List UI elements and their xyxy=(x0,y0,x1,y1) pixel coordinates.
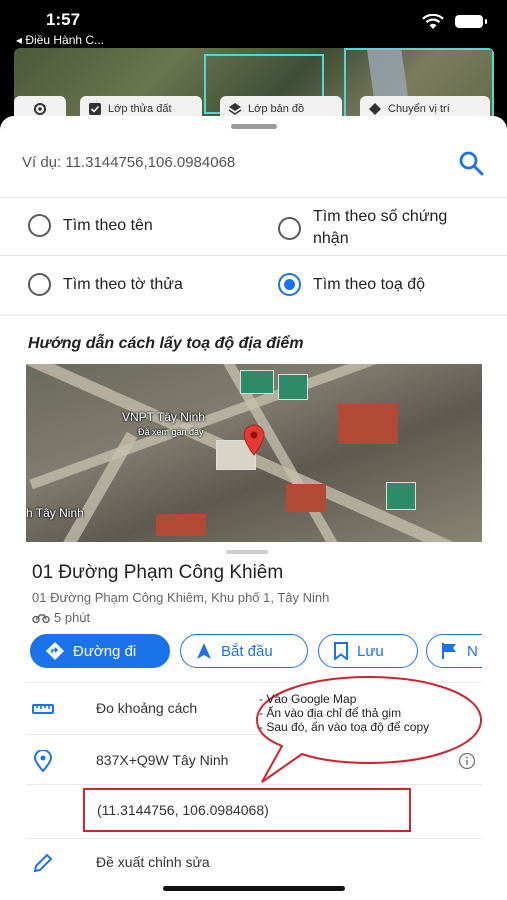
suggest-edit-row[interactable]: Đề xuất chỉnh sửa xyxy=(26,840,482,886)
search-icon[interactable] xyxy=(456,148,486,178)
chip-label: Lớp bản đồ xyxy=(248,103,305,115)
coordinate-search-input[interactable] xyxy=(22,150,422,174)
place-name: 01 Đường Phạm Công Khiêm xyxy=(32,562,284,583)
chip-label: Chuyển vị trí xyxy=(388,103,450,115)
travel-time-text: 5 phút xyxy=(54,610,91,625)
directions-icon xyxy=(46,642,64,660)
place-address: 01 Đường Phạm Công Khiêm, Khu phố 1, Tây… xyxy=(32,590,330,605)
checkbox-icon xyxy=(89,103,101,115)
guide-image: VNPT Tây Ninh Đã xem gần đây h Tây Ninh … xyxy=(26,364,482,896)
guide-title: Hướng dẫn cách lấy toạ độ địa điểm xyxy=(28,335,304,352)
button-label: Đường đi xyxy=(73,642,137,660)
map-label-tay-ninh: h Tây Ninh xyxy=(26,506,84,520)
measure-distance-label: Đo khoảng cách xyxy=(96,700,198,716)
location-pin-icon xyxy=(33,750,53,772)
navigation-arrow-icon xyxy=(197,643,211,659)
plus-code-text: 837X+Q9W Tây Ninh xyxy=(96,752,229,768)
radio-search-by-certificate[interactable]: Tìm theo số chứng nhận xyxy=(278,206,483,250)
directions-button[interactable]: Đường đi xyxy=(30,634,170,668)
place-actions: Đường đi Bắt đầu Lưu N xyxy=(30,634,482,670)
battery-icon xyxy=(455,15,487,28)
radio-label: Tìm theo toạ độ xyxy=(313,275,426,293)
button-label: Lưu xyxy=(357,642,384,660)
status-time: 1:57 xyxy=(46,10,81,29)
save-button[interactable]: Lưu xyxy=(318,634,418,668)
radio-label: Tìm theo tờ thửa xyxy=(63,275,183,293)
map-label-recently-viewed: Đã xem gần đây xyxy=(138,427,204,437)
coordinates-text[interactable]: (11.3144756, 106.0984068) xyxy=(97,802,269,818)
radio-label: Tìm theo tên xyxy=(63,216,153,234)
radio-button-selected[interactable] xyxy=(278,273,301,296)
button-label: N xyxy=(467,642,478,660)
map-label-vnpt: VNPT Tây Ninh xyxy=(122,410,205,424)
back-to-app-link[interactable]: ◂ Điều Hành C... xyxy=(16,33,104,47)
flag-icon xyxy=(442,643,456,659)
coordinates-highlight-box[interactable]: (11.3144756, 106.0984068) xyxy=(83,788,411,832)
radio-search-by-coordinates[interactable]: Tìm theo toạ độ xyxy=(278,273,425,296)
radio-button[interactable] xyxy=(28,273,51,296)
location-icon xyxy=(369,103,381,115)
motorbike-icon xyxy=(32,613,50,623)
screen: 1:57 ◂ Điều Hành C... Lớp thửa đất Lớp b… xyxy=(0,0,507,900)
status-bar: 1:57 ◂ Điều Hành C... xyxy=(0,0,507,50)
wifi-icon xyxy=(422,14,444,29)
ruler-icon xyxy=(32,704,54,714)
callout-line: - Sau đó, ấn vào toạ độ để copy xyxy=(259,720,430,734)
label-button[interactable]: N xyxy=(426,634,482,668)
radio-search-by-sheet-parcel[interactable]: Tìm theo tờ thửa xyxy=(28,273,183,296)
layers-icon xyxy=(228,103,242,115)
radio-label: Tìm theo số chứng nhận xyxy=(313,208,448,247)
button-label: Bắt đầu xyxy=(221,642,273,660)
pencil-icon xyxy=(33,853,53,873)
radio-button[interactable] xyxy=(28,214,51,237)
callout-line: - Vào Google Map xyxy=(259,692,357,706)
callout-line: - Ấn vào địa chỉ để thả gim xyxy=(259,706,402,720)
callout-text: - Vào Google Map - Ấn vào địa chỉ để thả… xyxy=(259,692,429,734)
radio-button[interactable] xyxy=(278,216,301,240)
search-row xyxy=(0,136,507,198)
chip-label: Lớp thửa đất xyxy=(108,103,172,115)
sheet-drag-handle[interactable] xyxy=(231,124,277,129)
bookmark-icon xyxy=(334,642,348,660)
place-card-handle xyxy=(226,550,268,554)
radio-search-by-name[interactable]: Tìm theo tên xyxy=(28,214,153,237)
map-pin-icon xyxy=(243,424,265,456)
start-button[interactable]: Bắt đầu xyxy=(180,634,308,668)
suggest-edit-label: Đề xuất chỉnh sửa xyxy=(96,854,210,870)
place-travel-time: 5 phút xyxy=(32,610,90,625)
crosshair-icon xyxy=(34,103,46,115)
guide-satellite-map: VNPT Tây Ninh Đã xem gần đây h Tây Ninh xyxy=(26,364,482,542)
home-indicator[interactable] xyxy=(163,886,345,891)
